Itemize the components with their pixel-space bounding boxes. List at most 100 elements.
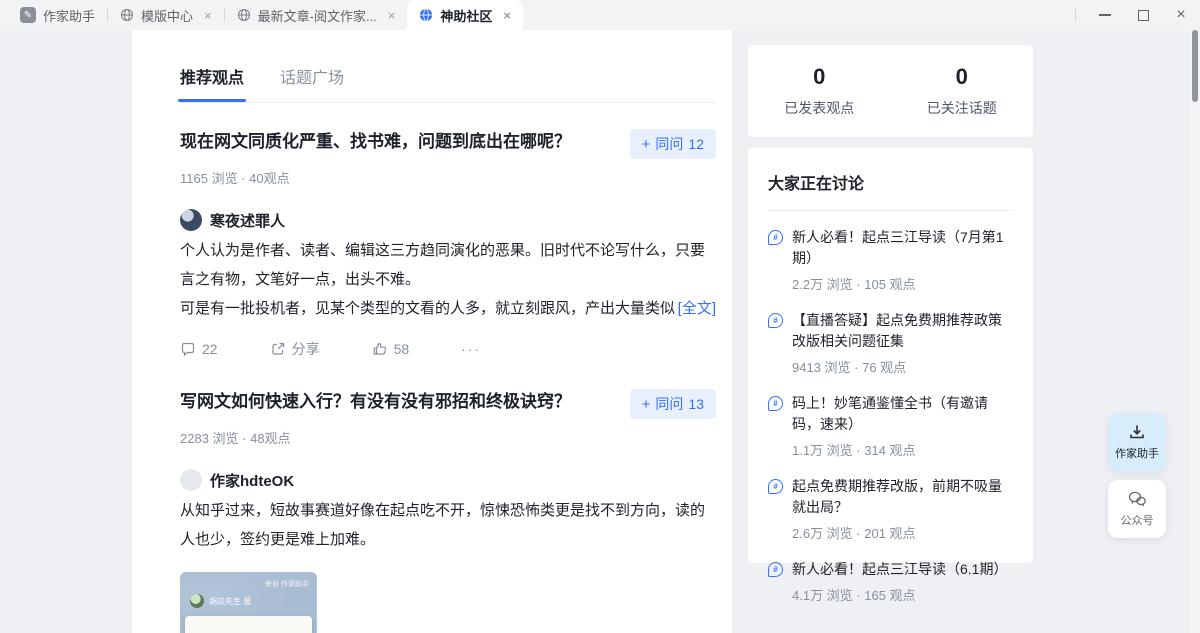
topic-bubble-icon: #: [768, 313, 783, 328]
post-actions: 22 分享 58 ···: [180, 339, 716, 359]
topic-bubble-icon: #: [768, 479, 783, 494]
post-paragraph-truncated: 可是有一批投机者，见某个类型的文看的人多，就立刻跟风，产出大量类似文，本质: [180, 294, 676, 323]
main-content-card: 推荐观点 话题广场 现在网文同质化严重、找书难，问题到底出在哪呢？ + 同问 1…: [132, 30, 732, 633]
stat-published-views[interactable]: 0 已发表观点: [748, 64, 891, 118]
wechat-icon: [1127, 490, 1147, 508]
scrollbar-thumb[interactable]: [1192, 30, 1198, 102]
tab-topic-plaza[interactable]: 话题广场: [280, 64, 344, 102]
full-text-link[interactable]: [全文]: [678, 294, 716, 323]
stat-label: 已关注话题: [891, 98, 1034, 118]
globe-icon: [237, 8, 251, 22]
tab-latest-articles[interactable]: 最新文章-阅文作家... ×: [225, 0, 408, 30]
post-paragraph: 从知乎过来，短故事赛道好像在起点吃不开，惊悚恐怖类更是找不到方向，读的人也少，签…: [180, 496, 716, 554]
globe-icon: [120, 8, 134, 22]
author-name[interactable]: 作家hdteOK: [210, 470, 294, 491]
ask-too-button[interactable]: + 同问 13: [630, 389, 716, 419]
discussion-item-title: 起点免费期推荐改版，前期不吸量就出局？: [792, 476, 1013, 518]
post-title[interactable]: 写网文如何快速入行？有没有没有邪招和终极诀窍？: [180, 389, 571, 415]
share-icon: [270, 341, 286, 357]
discussion-item-stats: 2.6万 浏览 · 201 观点: [792, 523, 1013, 542]
stat-value: 0: [891, 64, 1034, 90]
ask-too-count: 13: [688, 396, 704, 412]
author-row: 作家hdteOK: [180, 469, 716, 491]
official-account-button[interactable]: 公众号: [1108, 480, 1166, 538]
ask-too-label: 同问: [655, 134, 683, 154]
like-count: 58: [394, 341, 410, 357]
share-button[interactable]: 分享: [270, 339, 320, 359]
tab-label: 作家助手: [43, 6, 95, 25]
post-item-1: 现在网文同质化严重、找书难，问题到底出在哪呢？ + 同问 12 1165 浏览 …: [180, 129, 716, 359]
post-item-2: 写网文如何快速入行？有没有没有邪招和终极诀窍？ + 同问 13 2283 浏览 …: [180, 389, 716, 633]
book-share-card[interactable]: 来自 作家助手 胡瓜先生 著 鬼话连篇：抬棺 我是一名民俗学者，曾以为古籍中的怪…: [180, 572, 317, 633]
ask-too-button[interactable]: + 同问 12: [630, 129, 716, 159]
download-icon: [1128, 423, 1146, 441]
stat-followed-topics[interactable]: 0 已关注话题: [891, 64, 1034, 118]
globe-icon: [419, 8, 433, 22]
discussion-item-title: 新人必看！起点三江导读（7月第1期）: [792, 227, 1013, 269]
discussion-item[interactable]: # 【直播答疑】起点免费期推荐政策改版相关问题征集 9413 浏览 · 76 观…: [768, 310, 1013, 376]
discussion-item[interactable]: # 新人必看！起点三江导读（7月第1期） 2.2万 浏览 · 105 观点: [768, 227, 1013, 293]
topic-bubble-icon: #: [768, 396, 783, 411]
tab-writer-assistant[interactable]: ✎ 作家助手: [8, 0, 107, 30]
like-button[interactable]: 58: [372, 341, 410, 357]
close-tab-icon[interactable]: ×: [388, 9, 396, 22]
author-name[interactable]: 寒夜述罪人: [210, 210, 285, 231]
pencil-icon: ✎: [20, 7, 36, 23]
divider: [768, 210, 1013, 211]
close-window-button[interactable]: ×: [1162, 0, 1200, 30]
trending-discussion-card: 大家正在讨论 # 新人必看！起点三江导读（7月第1期） 2.2万 浏览 · 10…: [748, 148, 1033, 563]
embed-source-label: 来自 作家助手: [265, 579, 309, 589]
tab-template-center[interactable]: 模版中心 ×: [108, 0, 224, 30]
maximize-icon: [1138, 10, 1149, 21]
my-stats-card: 0 已发表观点 0 已关注话题: [748, 45, 1033, 137]
tab-label: 最新文章-阅文作家...: [258, 6, 377, 25]
scrollbar-track[interactable]: [1190, 30, 1200, 633]
post-stats: 2283 浏览 · 48观点: [180, 428, 716, 447]
discussion-item-title: 码上！妙笔通鉴懂全书（有邀请码，速来）: [792, 393, 1013, 435]
minimize-icon: [1099, 14, 1111, 16]
writer-assistant-download-button[interactable]: 作家助手: [1108, 413, 1166, 471]
new-topic-link[interactable]: 发起新的话题 ›: [768, 622, 1013, 633]
post-title[interactable]: 现在网文同质化严重、找书难，问题到底出在哪呢？: [180, 129, 571, 155]
maximize-button[interactable]: [1124, 0, 1162, 30]
close-tab-icon[interactable]: ×: [503, 9, 511, 22]
tab-recommended-views[interactable]: 推荐观点: [180, 64, 244, 102]
post-paragraph: 个人认为是作者、读者、编辑这三方趋同演化的恶果。旧时代不论写什么，只要言之有物，…: [180, 236, 716, 294]
discussion-item[interactable]: # 起点免费期推荐改版，前期不吸量就出局？ 2.6万 浏览 · 201 观点: [768, 476, 1013, 542]
author-row: 寒夜述罪人: [180, 209, 716, 231]
topic-bubble-icon: #: [768, 562, 783, 577]
thumbs-up-icon: [372, 341, 388, 357]
more-options-icon[interactable]: ···: [461, 341, 481, 357]
stat-value: 0: [748, 64, 891, 90]
tab-community-active[interactable]: 神助社区 ×: [407, 0, 523, 30]
comment-count: 22: [202, 341, 218, 357]
discussion-item[interactable]: # 新人必看！起点三江导读（6.1期） 4.1万 浏览 · 165 观点: [768, 559, 1013, 604]
discussion-heading: 大家正在讨论: [768, 170, 1013, 194]
tab-label: 模版中心: [141, 6, 193, 25]
avatar[interactable]: [180, 469, 202, 491]
post-stats: 1165 浏览 · 40观点: [180, 168, 716, 187]
discussion-item[interactable]: # 码上！妙笔通鉴懂全书（有邀请码，速来） 1.1万 浏览 · 314 观点: [768, 393, 1013, 459]
discussion-item-title: 新人必看！起点三江导读（6.1期）: [792, 559, 1007, 580]
stat-label: 已发表观点: [748, 98, 891, 118]
minimize-button[interactable]: [1086, 0, 1124, 30]
discussion-item-title: 【直播答疑】起点免费期推荐政策改版相关问题征集: [792, 310, 1013, 352]
close-tab-icon[interactable]: ×: [204, 9, 212, 22]
tab-label: 神助社区: [440, 6, 492, 25]
book-page: 鬼话连篇：抬棺 我是一名民俗学者，曾以为古籍中的怪力乱神只是先民的臆想，直到那次…: [185, 616, 312, 633]
comment-button[interactable]: 22: [180, 341, 218, 357]
discussion-item-stats: 1.1万 浏览 · 314 观点: [792, 440, 1013, 459]
window-controls: ×: [1075, 0, 1200, 30]
float-button-label: 作家助手: [1115, 445, 1159, 461]
share-label: 分享: [292, 339, 320, 359]
avatar: [190, 594, 204, 608]
ask-too-label: 同问: [655, 394, 683, 414]
float-button-label: 公众号: [1121, 512, 1154, 528]
embed-author-name: 胡瓜先生 著: [209, 596, 251, 607]
avatar[interactable]: [180, 209, 202, 231]
discussion-item-stats: 2.2万 浏览 · 105 观点: [792, 274, 1013, 293]
ask-too-count: 12: [688, 136, 704, 152]
embed-author-row: 胡瓜先生 著: [190, 594, 251, 608]
plus-icon: +: [642, 136, 651, 153]
discussion-item-stats: 9413 浏览 · 76 观点: [792, 357, 1013, 376]
